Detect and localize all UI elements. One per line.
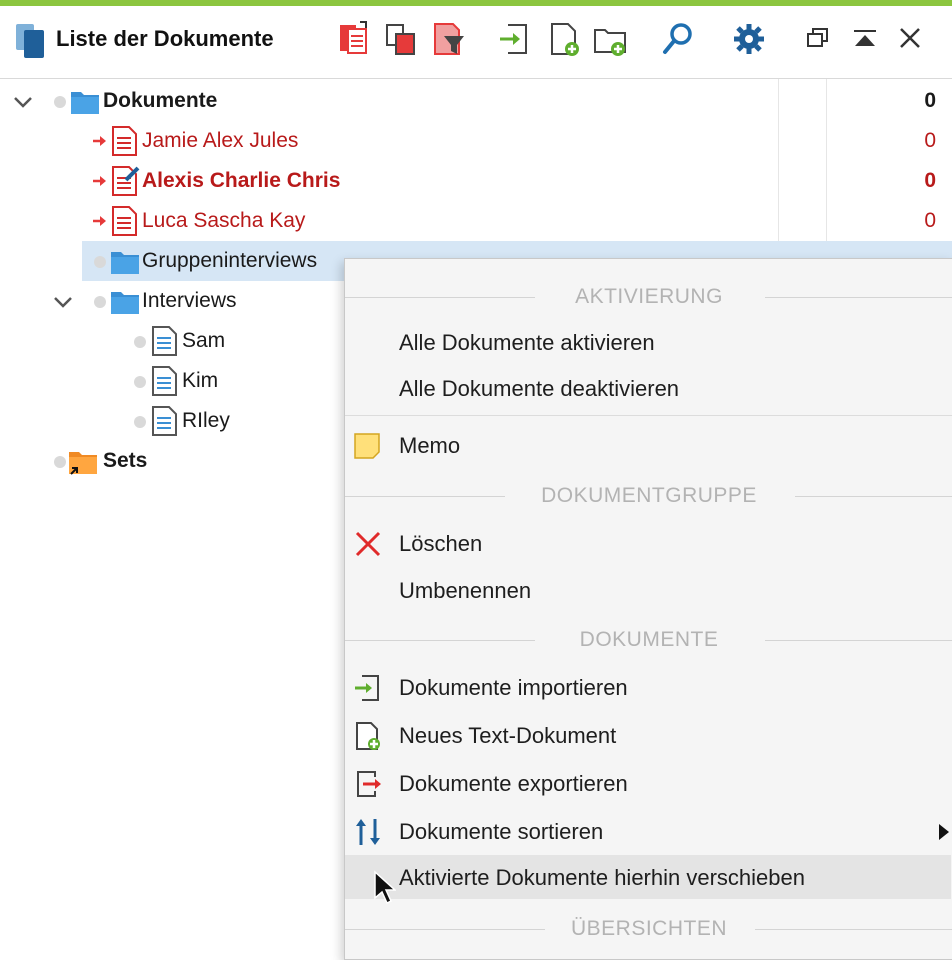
menu-item-label: Memo	[399, 433, 461, 458]
status-dot	[54, 96, 66, 108]
menu-item-label: Dokumente exportieren	[399, 771, 628, 796]
delete-x-icon	[353, 529, 383, 559]
document-icon	[110, 126, 140, 156]
tree-count: 0	[924, 209, 936, 232]
menu-section-header: ÜBERSICHTEN	[345, 914, 952, 944]
tree-count: 0	[924, 169, 936, 192]
tree-row-root[interactable]: Dokumente 0	[0, 81, 952, 121]
context-menu: AKTIVIERUNG Alle Dokumente aktivieren Al…	[344, 258, 952, 960]
menu-item-sort[interactable]: Dokumente sortieren	[345, 809, 951, 853]
menu-item-rename[interactable]: Umbenennen	[345, 568, 951, 612]
menu-divider	[345, 415, 952, 416]
arrow-right-icon	[92, 133, 108, 149]
document-icon	[110, 206, 140, 236]
close-icon[interactable]	[892, 20, 930, 58]
collapse-icon[interactable]	[846, 20, 884, 58]
sets-folder-icon	[68, 446, 98, 476]
gear-icon[interactable]	[730, 20, 768, 58]
menu-item-import[interactable]: Dokumente importieren	[345, 665, 951, 709]
tree-count: 0	[924, 89, 936, 112]
text-document-icon	[150, 326, 180, 356]
filter-icon[interactable]	[430, 20, 468, 58]
mouse-cursor-icon	[372, 870, 397, 906]
arrow-right-icon	[92, 173, 108, 189]
status-dot	[94, 256, 106, 268]
menu-item-export[interactable]: Dokumente exportieren	[345, 761, 951, 805]
menu-section-header: DOKUMENTE	[345, 625, 952, 655]
menu-item-label: Umbenennen	[399, 578, 532, 603]
sort-arrows-icon	[353, 817, 383, 847]
folder-icon	[110, 286, 140, 316]
tree-row-document[interactable]: Jamie Alex Jules 0	[0, 121, 952, 161]
status-dot	[134, 376, 146, 388]
tree-count: 0	[924, 129, 936, 152]
chevron-down-icon[interactable]	[12, 91, 34, 113]
menu-item-activate-all[interactable]: Alle Dokumente aktivieren	[345, 320, 951, 364]
copy-documents-icon[interactable]	[336, 20, 374, 58]
tree-row-document[interactable]: Alexis Charlie Chris 0	[0, 161, 952, 201]
folder-icon	[110, 246, 140, 276]
menu-item-label: Neues Text-Dokument	[399, 723, 617, 748]
text-document-icon	[150, 406, 180, 436]
new-text-document-icon	[353, 721, 383, 751]
memo-icon	[353, 431, 383, 461]
menu-section-header: AKTIVIERUNG	[345, 282, 952, 312]
documents-icon	[14, 22, 48, 58]
chevron-down-icon[interactable]	[52, 291, 74, 313]
status-dot	[134, 336, 146, 348]
tree-label: Kim	[182, 369, 219, 392]
menu-item-label: Alle Dokumente aktivieren	[399, 330, 655, 355]
status-dot	[94, 296, 106, 308]
panel-title: Liste der Dokumente	[56, 26, 274, 51]
menu-section-header: DOKUMENTGRUPPE	[345, 481, 952, 511]
text-document-icon	[150, 366, 180, 396]
status-dot	[134, 416, 146, 428]
duplicate-icon[interactable]	[382, 20, 420, 58]
submenu-arrow-icon	[937, 823, 951, 841]
menu-item-label: Dokumente sortieren	[399, 819, 604, 844]
menu-item-label: Löschen	[399, 531, 483, 556]
tree-label: Dokumente	[103, 89, 218, 112]
menu-item-label: Dokumente importieren	[399, 675, 628, 700]
menu-item-delete[interactable]: Löschen	[345, 521, 951, 565]
menu-item-label: Alle Dokumente deaktivieren	[399, 376, 680, 401]
folder-icon	[70, 86, 100, 116]
new-folder-icon[interactable]	[592, 20, 630, 58]
document-edit-icon	[110, 166, 140, 196]
toolbar: Liste der Dokumente	[0, 6, 952, 79]
tree-label: Alexis Charlie Chris	[142, 169, 341, 192]
tree-label: Sam	[182, 329, 226, 352]
tree-label: RIley	[182, 409, 230, 432]
tree-label: Interviews	[142, 289, 237, 312]
import-icon[interactable]	[496, 20, 534, 58]
arrow-right-icon	[92, 213, 108, 229]
restore-window-icon[interactable]	[800, 20, 838, 58]
export-icon	[353, 769, 383, 799]
tree-row-document[interactable]: Luca Sascha Kay 0	[0, 201, 952, 241]
tree-label: Sets	[103, 449, 148, 472]
menu-item-label: Aktivierte Dokumente hierhin verschieben	[399, 865, 805, 890]
search-icon[interactable]	[660, 20, 698, 58]
menu-item-move-activated[interactable]: Aktivierte Dokumente hierhin verschieben	[345, 855, 951, 899]
menu-item-memo[interactable]: Memo	[345, 423, 951, 467]
tree-label: Gruppeninterviews	[142, 249, 318, 272]
tree-label: Jamie Alex Jules	[142, 129, 299, 152]
import-icon	[353, 673, 383, 703]
status-dot	[54, 456, 66, 468]
tree-label: Luca Sascha Kay	[142, 209, 306, 232]
menu-item-new-text[interactable]: Neues Text-Dokument	[345, 713, 951, 757]
menu-item-deactivate-all[interactable]: Alle Dokumente deaktivieren	[345, 366, 951, 410]
new-text-document-icon[interactable]	[546, 20, 584, 58]
